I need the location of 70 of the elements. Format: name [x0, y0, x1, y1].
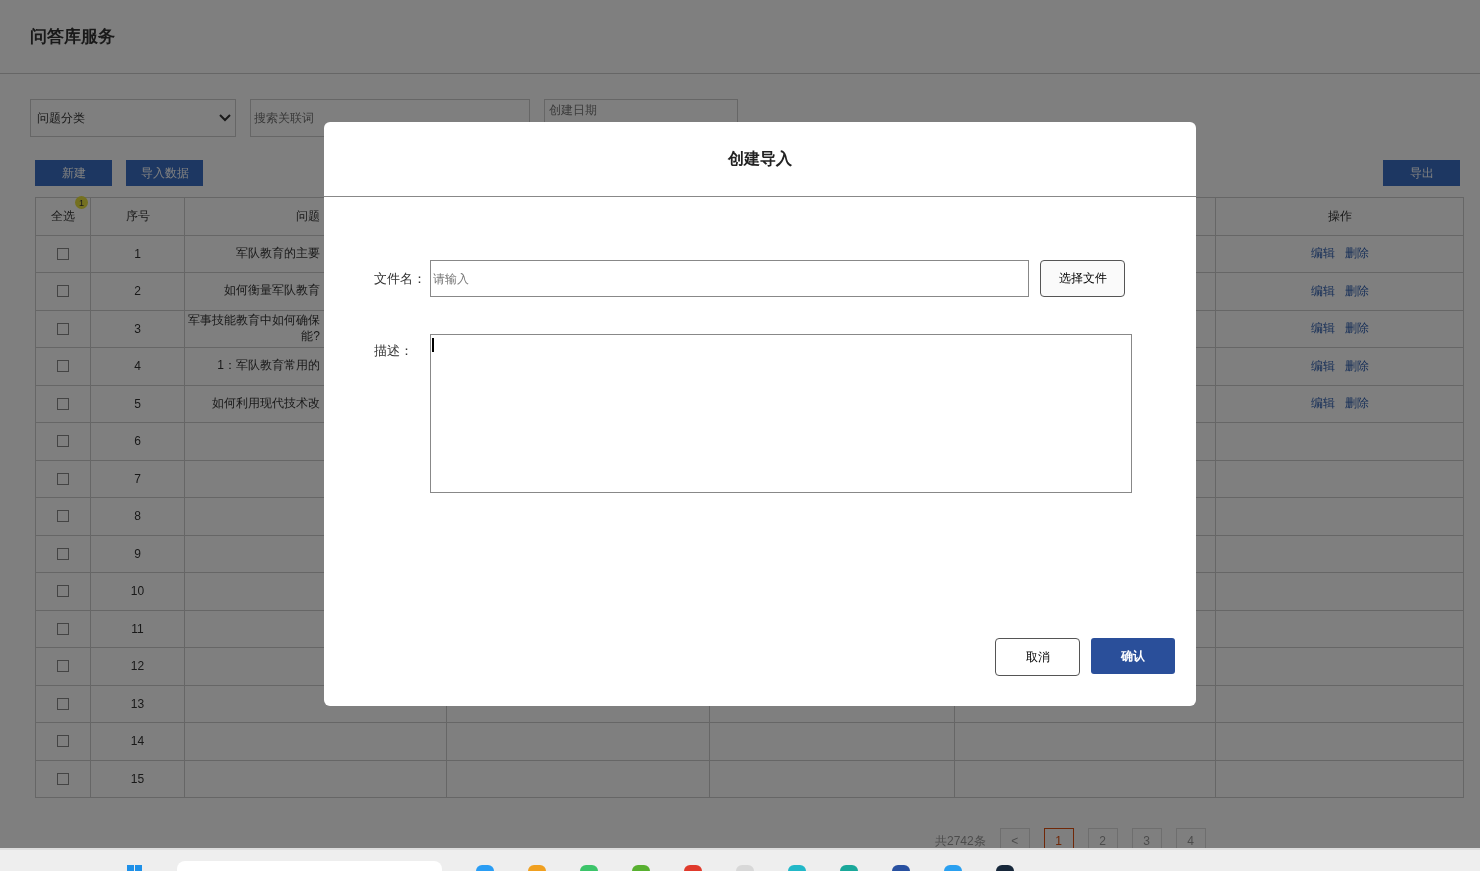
row-checkbox[interactable]: [57, 285, 69, 298]
table-cell: 10: [130, 584, 145, 599]
row-checkbox[interactable]: [57, 397, 69, 410]
row-action-link[interactable]: 删除: [1344, 245, 1369, 263]
choose-file-button[interactable]: 选择文件: [1040, 260, 1125, 297]
table-cell: 1: [134, 246, 141, 261]
table-cell: 5: [134, 396, 141, 411]
row-action-link[interactable]: 编辑: [1310, 395, 1335, 413]
category-select[interactable]: 问题分类: [30, 99, 236, 137]
row-checkbox[interactable]: [57, 772, 69, 785]
row-checkbox[interactable]: [57, 472, 69, 485]
question-text: 能?: [301, 328, 320, 345]
table-cell: 12: [130, 659, 145, 674]
table-cell: 15: [130, 771, 145, 786]
confirm-button[interactable]: 确认: [1091, 638, 1175, 674]
table-cell: 14: [130, 734, 145, 749]
question-text: 军事技能教育中如何确保: [188, 313, 320, 329]
count-badge: 1: [75, 196, 88, 209]
file-name-field[interactable]: 请输入: [430, 260, 1029, 297]
toolbar-button[interactable]: 导入数据: [126, 160, 203, 186]
row-checkbox[interactable]: [57, 660, 69, 673]
row-action-link[interactable]: 删除: [1344, 320, 1369, 338]
row-action-link[interactable]: 编辑: [1310, 357, 1335, 375]
dialog-title: 创建导入: [728, 148, 792, 169]
row-checkbox[interactable]: [57, 322, 69, 335]
row-action-link[interactable]: 删除: [1344, 395, 1369, 413]
row-action-link[interactable]: 删除: [1344, 357, 1369, 375]
row-checkbox[interactable]: [57, 510, 69, 523]
table-cell: 13: [130, 696, 145, 711]
row-checkbox[interactable]: [57, 360, 69, 373]
question-text: 1：军队教育常用的: [217, 358, 320, 375]
column-header: 操作: [1327, 207, 1352, 225]
row-checkbox[interactable]: [57, 697, 69, 710]
table-cell: 7: [134, 471, 141, 486]
table-cell: 8: [134, 509, 141, 524]
table-cell: 3: [134, 321, 141, 336]
taskbar-app-icon[interactable]: [996, 865, 1014, 871]
table-cell: 6: [134, 434, 141, 449]
row-checkbox[interactable]: [57, 622, 69, 635]
row-checkbox[interactable]: [57, 547, 69, 560]
table-cell: 2: [134, 284, 141, 299]
field-label: 描述：: [374, 342, 414, 360]
row-checkbox[interactable]: [57, 585, 69, 598]
toolbar-button[interactable]: 新建: [35, 160, 112, 186]
question-text: 如何衡量军队教育: [224, 283, 320, 300]
windows-logo-icon[interactable]: [127, 863, 143, 871]
question-text: 军队教育的主要: [236, 245, 320, 262]
export-button[interactable]: 导出: [1383, 160, 1460, 186]
column-header: 序号: [125, 207, 150, 225]
table-cell: 11: [131, 621, 144, 636]
row-action-link[interactable]: 编辑: [1310, 320, 1335, 338]
page-title: 问答库服务: [30, 26, 115, 48]
row-checkbox[interactable]: [57, 735, 69, 748]
row-checkbox[interactable]: [57, 247, 69, 260]
page-button[interactable]: 1: [1043, 828, 1074, 848]
field-label: 文件名：: [374, 269, 427, 288]
row-checkbox[interactable]: [57, 435, 69, 448]
description-field[interactable]: [430, 334, 1132, 493]
row-action-link[interactable]: 编辑: [1310, 245, 1335, 263]
chevron-down-icon: [219, 114, 231, 122]
row-action-link[interactable]: 编辑: [1310, 282, 1335, 300]
cancel-button[interactable]: 取消: [995, 638, 1080, 676]
column-header: 全选: [51, 207, 75, 225]
column-header: 问题: [296, 207, 320, 225]
table-cell: 9: [134, 546, 141, 561]
question-text: 如何利用现代技术改: [212, 395, 320, 412]
row-action-link[interactable]: 删除: [1344, 282, 1369, 300]
taskbar-app-icon[interactable]: [892, 865, 910, 871]
previous-page-button[interactable]: <: [999, 828, 1030, 848]
table-cell: 4: [134, 359, 141, 374]
